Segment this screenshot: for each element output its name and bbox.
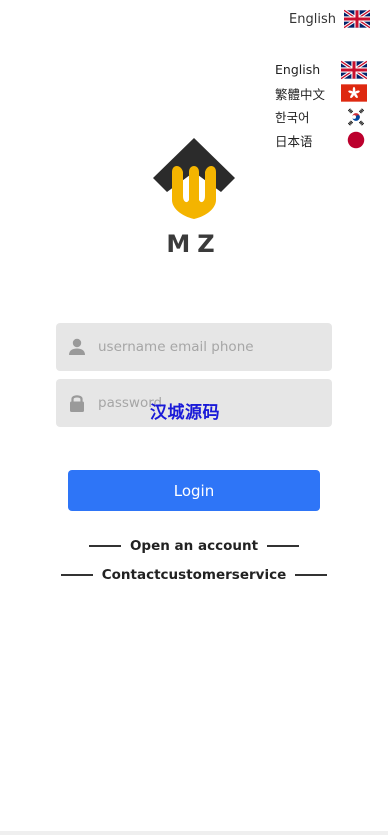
language-option-japanese[interactable]: 日本语: [275, 129, 367, 153]
japan-flag-icon: [347, 132, 365, 149]
divider-line: [88, 545, 121, 547]
language-option-label[interactable]: English: [275, 62, 320, 77]
lock-icon: [70, 395, 84, 412]
current-language-label[interactable]: English: [289, 12, 336, 27]
language-option-english[interactable]: English: [275, 58, 367, 82]
brand-name: MZ: [166, 230, 221, 256]
brand-logo: MZ: [151, 136, 237, 258]
language-option-label[interactable]: 한국어: [275, 107, 310, 126]
login-button[interactable]: Login: [68, 470, 320, 511]
contact-customer-service-link[interactable]: Contactcustomerservice: [102, 567, 287, 583]
open-account-link[interactable]: Open an account: [130, 538, 258, 554]
divider-line: [267, 545, 300, 547]
language-switcher[interactable]: English: [289, 9, 370, 29]
hong-kong-flag-icon: [341, 84, 367, 102]
user-icon: [69, 338, 85, 355]
username-input[interactable]: [98, 339, 318, 355]
uk-flag-icon: [344, 9, 370, 29]
divider-line: [295, 574, 328, 576]
language-option-label[interactable]: 繁體中文: [275, 84, 325, 103]
language-option-korean[interactable]: 한국어: [275, 105, 367, 129]
language-option-label[interactable]: 日本语: [275, 131, 313, 150]
contact-service-row: Contactcustomerservice: [0, 567, 388, 583]
divider-line: [60, 574, 93, 576]
open-account-row: Open an account: [0, 538, 388, 554]
language-menu: English 繁體中文 한국어 日本语: [275, 58, 367, 152]
password-input[interactable]: [98, 395, 318, 411]
uk-flag-icon: [341, 59, 367, 80]
south-korea-flag-icon: [345, 106, 367, 128]
language-option-traditional-chinese[interactable]: 繁體中文: [275, 82, 367, 106]
bottom-bar: [0, 831, 388, 835]
password-field[interactable]: [56, 379, 332, 427]
mz-logo-icon: MZ: [153, 138, 235, 258]
username-field[interactable]: [56, 323, 332, 371]
